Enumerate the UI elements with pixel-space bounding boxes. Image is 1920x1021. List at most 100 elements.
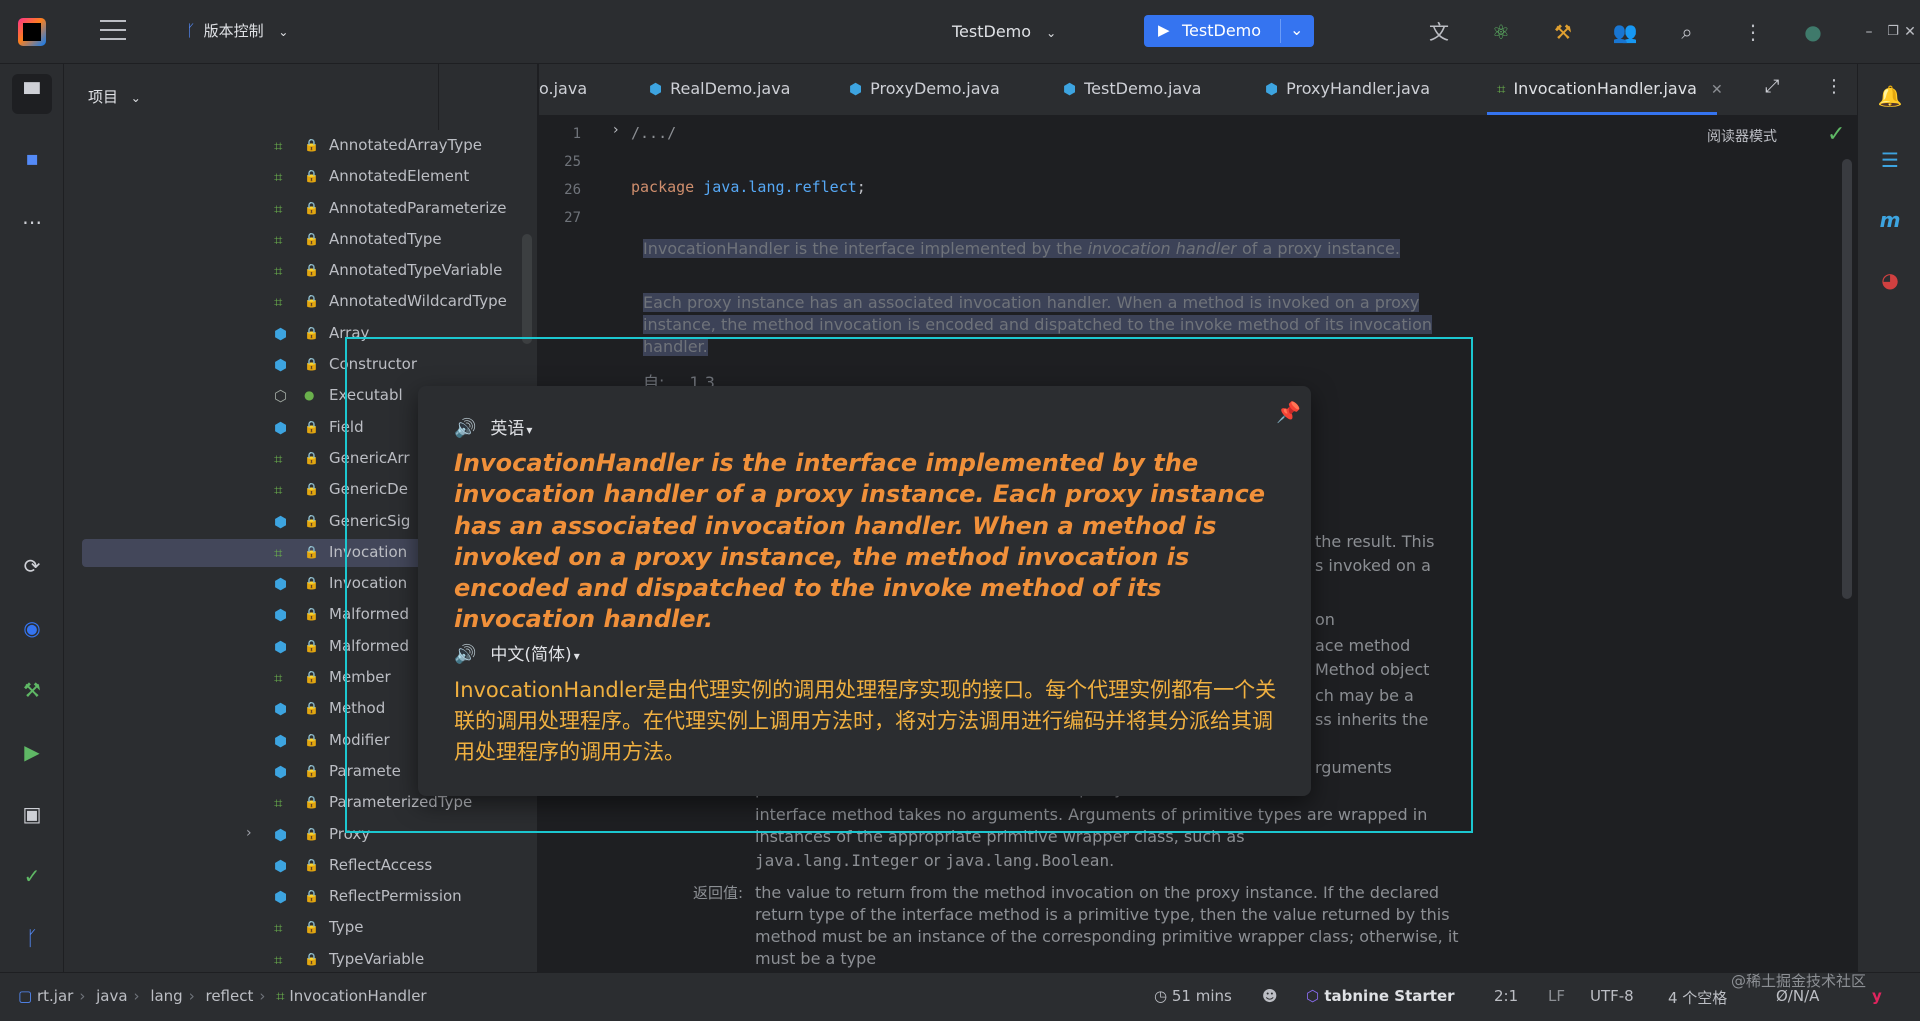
class-icon: ⬢ <box>1265 80 1279 98</box>
database-icon[interactable]: ☰ <box>1874 144 1906 176</box>
reader-mode-toggle[interactable]: 阅读器模式 <box>1707 126 1777 146</box>
lock-icon: 🔒 <box>304 701 319 716</box>
lock-icon: 🔒 <box>304 544 319 559</box>
file-encoding[interactable]: UTF-8 <box>1590 987 1634 1005</box>
breadcrumb-item[interactable]: java <box>96 987 127 1005</box>
lock-icon: 🔒 <box>304 638 319 653</box>
more-vertical-icon[interactable]: ⋮ <box>1738 17 1768 47</box>
structure-icon[interactable]: ▪ <box>12 138 52 178</box>
maven-icon[interactable]: m <box>1874 204 1906 236</box>
tab-o-java[interactable]: o.java <box>539 79 587 98</box>
build-tools-icon[interactable]: ⚒ <box>1548 17 1578 47</box>
watermark: @稀土掘金技术社区 <box>1731 972 1867 990</box>
project-scrollbar[interactable] <box>522 234 532 344</box>
run-config-button[interactable]: ▶ TestDemo ⌄ <box>1144 15 1314 47</box>
tree-item[interactable]: ⌗ 🔒 AnnotatedType <box>64 224 537 255</box>
status-indicator-icon[interactable]: ● <box>1798 17 1828 47</box>
interface-icon: ⌗ <box>274 230 283 249</box>
tab-label: ProxyDemo.java <box>870 79 1000 98</box>
run-icon[interactable]: ▶ <box>12 732 52 772</box>
tab-proxyhandler[interactable]: ⬢ ProxyHandler.java <box>1265 79 1430 98</box>
run-config-label: TestDemo <box>1182 21 1262 40</box>
class-icon: ⬢ <box>849 80 863 98</box>
line-separator[interactable]: LF <box>1548 987 1565 1005</box>
fold-chevron-icon[interactable]: › <box>613 122 619 138</box>
build-hammer-icon[interactable]: ⚒ <box>12 670 52 710</box>
tree-item[interactable]: ⌗ 🔒 AnnotatedElement <box>64 161 537 192</box>
tab-realdemo[interactable]: ⬢ RealDemo.java <box>649 79 790 98</box>
app-logo-icon[interactable] <box>18 18 46 46</box>
close-window-icon[interactable]: ✕ <box>1900 17 1920 47</box>
inspection-ok-icon[interactable]: ✓ <box>1827 122 1845 147</box>
notifications-icon[interactable]: 🔔 <box>1874 80 1906 112</box>
project-switcher[interactable]: TestDemo ⌄ <box>952 22 1056 41</box>
speaker-icon[interactable]: 🔊 <box>454 418 476 439</box>
terminal-icon[interactable]: ▣ <box>12 794 52 834</box>
indent-setting[interactable]: 4 个空格 <box>1668 987 1727 1008</box>
class-icon: ⬢ <box>274 856 288 875</box>
pin-icon[interactable]: 📌 <box>1276 400 1301 424</box>
chevron-down-icon[interactable]: ▾ <box>574 649 580 663</box>
caret-position[interactable]: 2:1 <box>1494 987 1518 1005</box>
project-folder-icon[interactable]: ▀ <box>12 74 52 114</box>
breadcrumb-item[interactable]: lang <box>150 987 182 1005</box>
time-tracker[interactable]: ◷ 51 mins <box>1154 987 1232 1005</box>
tree-item[interactable]: ⬢ 🔒 ReflectPermission <box>64 881 537 912</box>
source-language-row: 🔊 英语 ▾ <box>454 414 532 439</box>
project-name: TestDemo <box>952 22 1032 41</box>
project-title[interactable]: 项目 ⌄ <box>88 86 141 107</box>
expand-chevron-icon[interactable]: › <box>246 825 252 841</box>
tree-item-label: TypeVariable <box>329 949 425 968</box>
tab-invocationhandler[interactable]: ⌗ InvocationHandler.java ✕ <box>1497 79 1723 98</box>
breadcrumb-item[interactable]: reflect <box>205 987 253 1005</box>
lock-icon: 🔒 <box>304 670 319 685</box>
source-language-select[interactable]: 英语 <box>490 419 524 439</box>
tree-item[interactable]: ⌗ 🔒 TypeVariable <box>64 944 537 972</box>
abstract-icon: ⬡ <box>274 387 288 406</box>
breadcrumb-item[interactable]: rt.jar <box>37 987 73 1005</box>
vcs-widget[interactable]: ᚴ 版本控制 ⌄ <box>186 20 288 41</box>
lock-icon: 🔒 <box>304 263 319 278</box>
chevron-down-icon: ⌄ <box>1046 26 1057 40</box>
main-menu-icon[interactable] <box>100 20 126 42</box>
tree-item[interactable]: ⌗ 🔒 AnnotatedArrayType <box>64 130 537 161</box>
tree-item[interactable]: ⬢ 🔒 ReflectAccess <box>64 850 537 881</box>
plugin-icon[interactable]: ◕ <box>1874 264 1906 296</box>
tab-proxydemo[interactable]: ⬢ ProxyDemo.java <box>849 79 1000 98</box>
breadcrumb-item[interactable]: InvocationHandler <box>289 987 426 1005</box>
tree-item[interactable]: ⌗ 🔒 AnnotatedTypeVariable <box>64 255 537 286</box>
speaker-icon[interactable]: 🔊 <box>454 644 476 665</box>
profiler-icon[interactable]: ⟳ <box>12 546 52 586</box>
chevron-down-icon[interactable]: ⌄ <box>1290 20 1303 39</box>
close-tab-icon[interactable]: ✕ <box>1711 82 1723 98</box>
tabnine-widget[interactable]: ⬡ tabnine Starter <box>1306 987 1455 1005</box>
target-language-select[interactable]: 中文(简体) <box>490 645 571 665</box>
plugin-y-icon[interactable]: y <box>1872 987 1882 1005</box>
interface-icon: ⌗ <box>274 669 283 688</box>
ai-assistant-icon[interactable]: ⚛ <box>1486 17 1516 47</box>
tree-item[interactable]: ⌗ 🔒 AnnotatedWildcardType <box>64 286 537 317</box>
tab-options-icon[interactable]: ⋮ <box>1825 76 1843 97</box>
tree-item[interactable]: ⌗ 🔒 AnnotatedParameterize <box>64 193 537 224</box>
keyword: package <box>631 178 695 196</box>
interface-icon: ⌗ <box>274 950 283 969</box>
editor-scrollbar[interactable] <box>1842 159 1852 599</box>
expand-icon[interactable]: ⤢ <box>1765 76 1779 97</box>
more-horizontal-icon[interactable]: ⋯ <box>12 202 52 242</box>
chevron-down-icon[interactable]: ▾ <box>526 423 532 437</box>
search-icon[interactable]: ⌕ <box>1672 17 1702 47</box>
git-icon[interactable]: ᚴ <box>12 918 52 958</box>
lock-icon: 🔒 <box>304 826 319 841</box>
chevron-down-icon: ⌄ <box>278 25 289 39</box>
doc-emphasis: invocation handler <box>1087 239 1237 258</box>
tab-testdemo[interactable]: ⬢ TestDemo.java <box>1063 79 1201 98</box>
code-with-me-icon[interactable]: 👥 <box>1610 17 1640 47</box>
problems-check-icon[interactable]: ✓ <box>12 856 52 896</box>
copilot-icon[interactable]: ☻ <box>1262 987 1278 1005</box>
services-icon[interactable]: ◉ <box>12 608 52 648</box>
tree-item[interactable]: ⌗ 🔒 Type <box>64 912 537 943</box>
folded-imports[interactable]: /.../ <box>631 124 676 142</box>
doc-text: or <box>918 851 946 870</box>
translate-icon[interactable]: 文 <box>1424 17 1454 47</box>
doc-params-types: java.lang.Integer or java.lang.Boolean. <box>755 850 1485 872</box>
